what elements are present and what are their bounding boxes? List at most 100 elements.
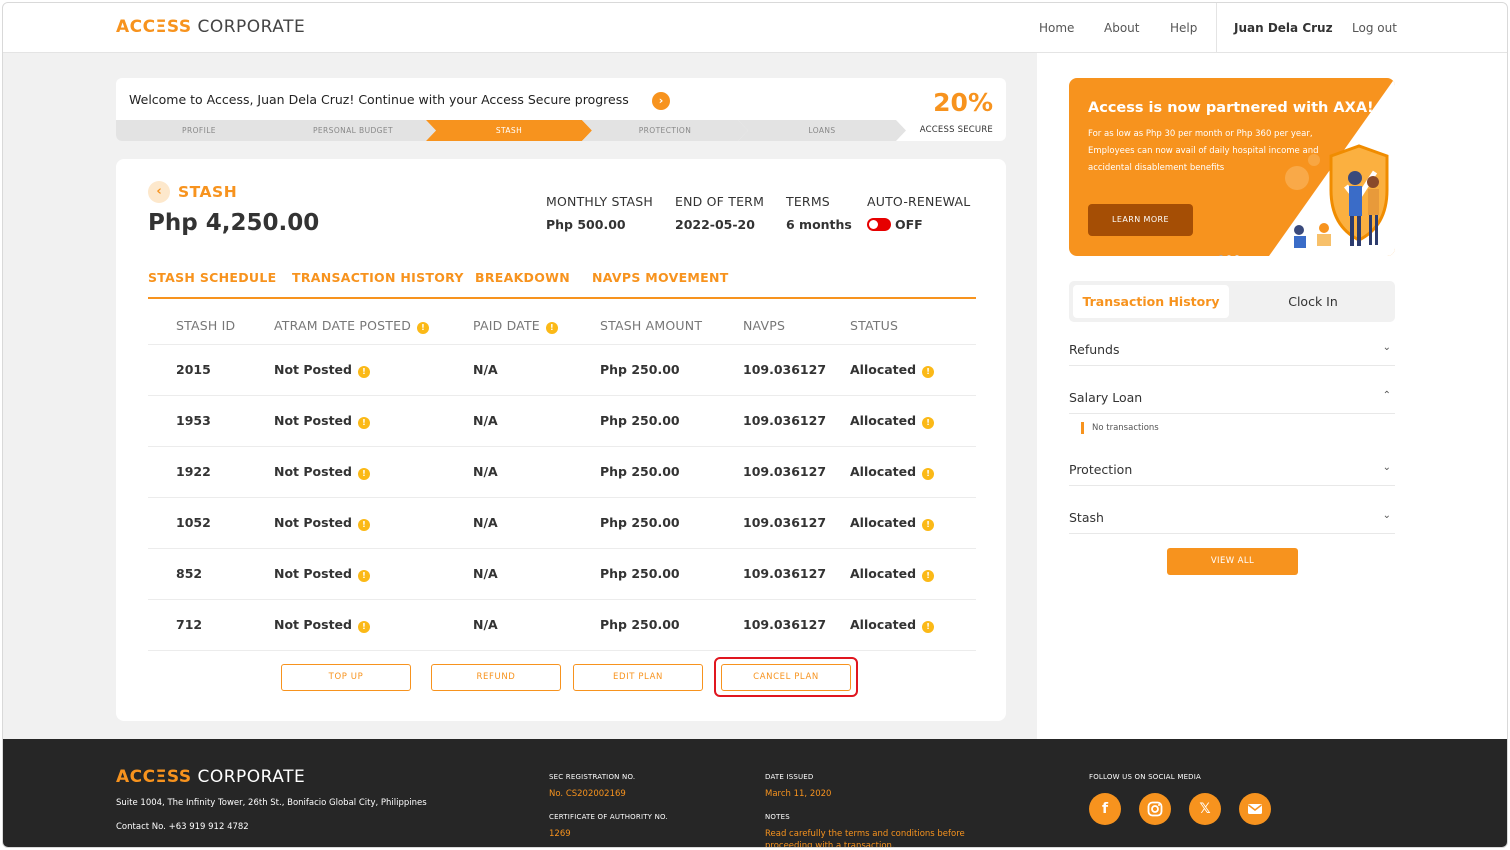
instagram-icon[interactable] bbox=[1139, 793, 1171, 825]
brand-logo[interactable]: ACCΞSS CORPORATE bbox=[116, 17, 305, 37]
info-icon[interactable]: ! bbox=[357, 468, 370, 480]
cert-label: CERTIFICATE OF AUTHORITY NO. bbox=[549, 813, 668, 821]
table-row: 1052 Not Posted! N/A Php 250.00 109.036127 Al… bbox=[148, 498, 976, 549]
auto-renewal-toggle[interactable]: OFF bbox=[867, 217, 970, 232]
cell-stash-id: 1922 bbox=[176, 464, 211, 479]
table-header: STASH ID ATRAM DATE POSTED! PAID DATE! S… bbox=[148, 307, 976, 345]
cell-status: Allocated! bbox=[850, 566, 935, 582]
footer-contact: Contact No. +63 919 912 4782 bbox=[116, 822, 249, 832]
info-icon[interactable]: ! bbox=[922, 570, 935, 582]
table-row: 712 Not Posted! N/A Php 250.00 109.036127 All… bbox=[148, 600, 976, 651]
accordion-refunds[interactable]: Refunds ⌄ bbox=[1069, 332, 1395, 366]
col-stash-id: STASH ID bbox=[176, 318, 236, 333]
tab-navps-movement[interactable]: NAVPS MOVEMENT bbox=[592, 270, 729, 285]
info-icon[interactable]: ! bbox=[922, 417, 935, 429]
user-name-link[interactable]: Juan Dela Cruz bbox=[1234, 21, 1333, 35]
app-window: ACCΞSS CORPORATE Home About Help Juan De… bbox=[2, 2, 1508, 848]
step-profile[interactable]: PROFILE bbox=[116, 120, 282, 141]
back-chevron-icon[interactable]: ‹ bbox=[148, 181, 170, 203]
footer: ACCΞSS CORPORATE Suite 1004, The Infinit… bbox=[3, 739, 1507, 848]
refund-button[interactable]: REFUND bbox=[431, 664, 561, 691]
progress-steps: PROFILE PERSONAL BUDGET STASH PROTECTION… bbox=[116, 120, 906, 141]
toggle-switch-icon[interactable] bbox=[867, 218, 891, 231]
meta-value: Php 500.00 bbox=[546, 217, 626, 232]
notes-label: NOTES bbox=[765, 813, 790, 821]
cell-status: Allocated! bbox=[850, 515, 935, 531]
learn-more-button[interactable]: LEARN MORE bbox=[1088, 204, 1193, 236]
notes-value: Read carefully the terms and conditions … bbox=[765, 829, 965, 848]
info-icon[interactable]: ! bbox=[545, 322, 558, 334]
chevron-down-icon: ⌄ bbox=[1382, 342, 1391, 353]
chevron-down-icon: ⌄ bbox=[1382, 510, 1391, 521]
sec-value: No. CS202002169 bbox=[549, 789, 626, 799]
info-icon[interactable]: ! bbox=[922, 519, 935, 531]
cell-navps: 109.036127 bbox=[743, 566, 827, 581]
carousel-dot[interactable] bbox=[1227, 255, 1231, 256]
switch-clock-in[interactable]: Clock In bbox=[1235, 285, 1391, 318]
tab-stash-schedule[interactable]: STASH SCHEDULE bbox=[148, 270, 276, 285]
cell-paid-date: N/A bbox=[473, 464, 498, 479]
accordion-label: Protection bbox=[1069, 462, 1133, 477]
x-icon[interactable]: 𝕏 bbox=[1189, 793, 1221, 825]
progress-percent-label: ACCESS SECURE bbox=[919, 125, 993, 135]
chevron-up-icon: ⌃ bbox=[1382, 390, 1391, 401]
sidebar-switch: Transaction History Clock In bbox=[1069, 281, 1395, 322]
tab-transaction-history[interactable]: TRANSACTION HISTORY bbox=[292, 270, 464, 285]
meta-end-of-term: END OF TERM 2022-05-20 bbox=[675, 194, 764, 232]
nav-about-link[interactable]: About bbox=[1104, 21, 1139, 35]
logout-link[interactable]: Log out bbox=[1352, 21, 1397, 35]
cell-status: Allocated! bbox=[850, 362, 935, 378]
cell-status: Allocated! bbox=[850, 464, 935, 480]
info-icon[interactable]: ! bbox=[922, 366, 935, 378]
stash-total-amount: Php 4,250.00 bbox=[148, 210, 320, 236]
info-icon[interactable]: ! bbox=[922, 468, 935, 480]
cancel-plan-button[interactable]: CANCEL PLAN bbox=[721, 664, 851, 691]
carousel-dot[interactable] bbox=[1219, 255, 1223, 256]
step-protection[interactable]: PROTECTION bbox=[582, 120, 748, 141]
top-up-button[interactable]: TOP UP bbox=[281, 664, 411, 691]
info-icon[interactable]: ! bbox=[417, 322, 430, 334]
view-all-button[interactable]: VIEW ALL bbox=[1167, 548, 1298, 575]
accordion-stash[interactable]: Stash ⌄ bbox=[1069, 500, 1395, 534]
cell-paid-date: N/A bbox=[473, 515, 498, 530]
auto-renewal-value: OFF bbox=[895, 217, 923, 232]
nav-home-link[interactable]: Home bbox=[1039, 21, 1074, 35]
meta-label: END OF TERM bbox=[675, 194, 765, 209]
carousel-dots[interactable] bbox=[1219, 244, 1243, 256]
facebook-icon[interactable]: f bbox=[1089, 793, 1121, 825]
progress-percent: 20% bbox=[933, 88, 993, 117]
info-icon[interactable]: ! bbox=[922, 621, 935, 633]
cell-stash-amount: Php 250.00 bbox=[600, 617, 680, 632]
info-icon[interactable]: ! bbox=[357, 570, 370, 582]
accordion-protection[interactable]: Protection ⌄ bbox=[1069, 452, 1395, 486]
cell-stash-id: 712 bbox=[176, 617, 203, 632]
step-personal-budget[interactable]: PERSONAL BUDGET bbox=[270, 120, 436, 141]
switch-transaction-history[interactable]: Transaction History bbox=[1073, 285, 1229, 318]
accordion-label: Salary Loan bbox=[1069, 390, 1143, 405]
continue-arrow-icon[interactable]: › bbox=[652, 92, 670, 110]
footer-address: Suite 1004, The Infinity Tower, 26th St.… bbox=[116, 798, 427, 808]
date-issued-value: March 11, 2020 bbox=[765, 789, 832, 799]
meta-label: AUTO-RENEWAL bbox=[867, 194, 971, 209]
top-navbar: ACCΞSS CORPORATE Home About Help Juan De… bbox=[3, 3, 1507, 53]
meta-label: TERMS bbox=[786, 194, 830, 209]
table-row: 1953 Not Posted! N/A Php 250.00 109.036127 Al… bbox=[148, 396, 976, 447]
axa-promo-banner[interactable]: Access is now partnered with AXA! For as… bbox=[1069, 78, 1395, 256]
cell-paid-date: N/A bbox=[473, 413, 498, 428]
cell-navps: 109.036127 bbox=[743, 617, 827, 632]
info-icon[interactable]: ! bbox=[357, 417, 370, 429]
carousel-dot[interactable] bbox=[1235, 255, 1239, 256]
info-icon[interactable]: ! bbox=[357, 519, 370, 531]
step-stash[interactable]: STASH bbox=[426, 120, 592, 141]
meta-value: 6 months bbox=[786, 217, 852, 232]
col-paid-date: PAID DATE! bbox=[473, 318, 558, 334]
info-icon[interactable]: ! bbox=[357, 366, 370, 378]
email-icon[interactable] bbox=[1239, 793, 1271, 825]
accordion-salary-loan[interactable]: Salary Loan ⌃ bbox=[1069, 380, 1395, 414]
nav-help-link[interactable]: Help bbox=[1170, 21, 1197, 35]
info-icon[interactable]: ! bbox=[357, 621, 370, 633]
meta-auto-renewal: AUTO-RENEWAL OFF bbox=[867, 194, 970, 232]
edit-plan-button[interactable]: EDIT PLAN bbox=[573, 664, 703, 691]
step-loans[interactable]: LOANS bbox=[738, 120, 906, 141]
tab-breakdown[interactable]: BREAKDOWN bbox=[475, 270, 570, 285]
